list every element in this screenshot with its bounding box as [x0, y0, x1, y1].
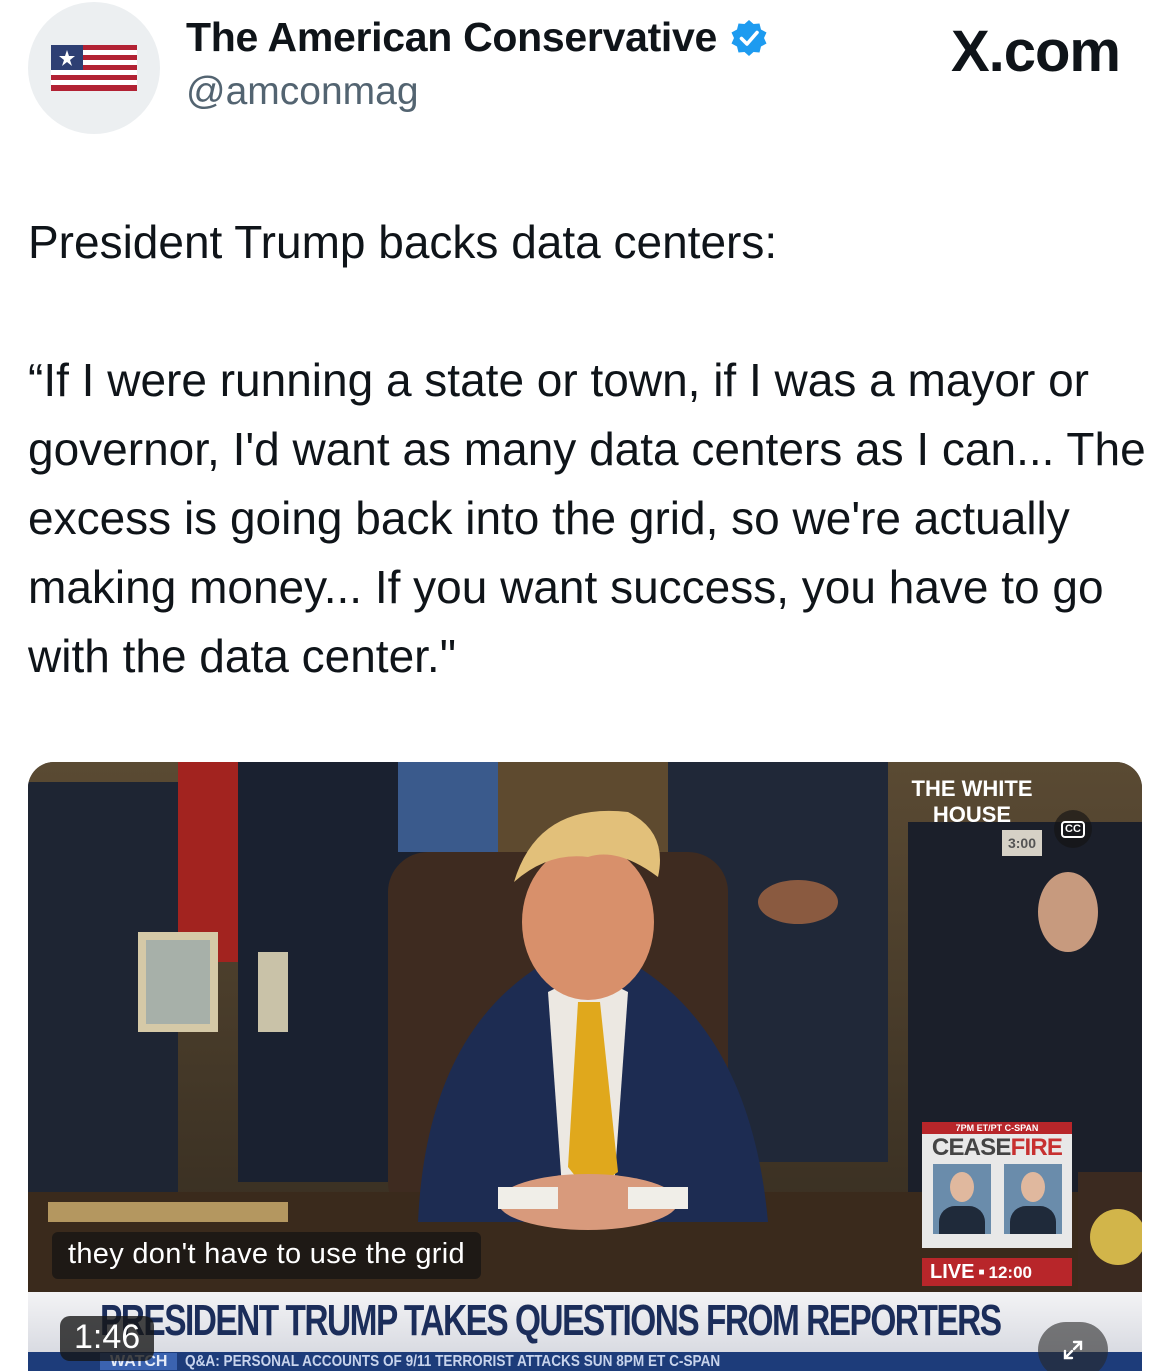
promo-title-b: FIRE: [1010, 1134, 1063, 1161]
tweet-quote: “If I were running a state or town, if I…: [28, 354, 1146, 682]
live-time: 12:00: [988, 1263, 1032, 1282]
lower-third-banner: PRESIDENT TRUMP TAKES QUESTIONS FROM REP…: [28, 1292, 1142, 1352]
avatar[interactable]: [28, 2, 160, 134]
video-duration: 1:46: [60, 1316, 155, 1361]
lower-third-text: PRESIDENT TRUMP TAKES QUESTIONS FROM REP…: [100, 1296, 1002, 1345]
expand-icon: [1063, 1340, 1083, 1360]
promo-title: CEASEFIRE: [922, 1134, 1072, 1162]
video-player[interactable]: THE WHITE HOUSE 3:00 CC 7PM ET/PT C-SPAN…: [28, 762, 1142, 1371]
promo-title-a: CEASE: [931, 1134, 1012, 1161]
program-promo: 7PM ET/PT C-SPAN CEASEFIRE: [922, 1122, 1072, 1248]
source-logo: X.com: [950, 19, 1121, 84]
network-bug-time: 3:00: [1001, 830, 1043, 856]
network-bug: THE WHITE HOUSE 3:00: [876, 776, 1068, 856]
promo-faces: [922, 1162, 1072, 1236]
network-bug-label: THE WHITE HOUSE: [911, 776, 1033, 827]
cc-icon: CC: [1061, 820, 1085, 838]
promo-schedule: 7PM ET/PT C-SPAN: [922, 1122, 1072, 1134]
verified-badge-icon: [731, 19, 767, 56]
tweet-text: President Trump backs data centers: “If …: [28, 208, 1153, 691]
promo-guest-image: [932, 1164, 991, 1234]
american-flag-icon: [51, 45, 137, 91]
live-badge: LIVE ■ 12:00: [922, 1258, 1072, 1286]
live-label: LIVE: [930, 1261, 975, 1283]
user-handle[interactable]: @amconmag: [186, 70, 419, 114]
tweet-lead: President Trump backs data centers:: [28, 216, 778, 268]
live-dot-icon: ■: [978, 1266, 985, 1278]
promo-guest-image: [1003, 1164, 1062, 1234]
display-name[interactable]: The American Conservative: [186, 14, 769, 61]
expand-video-button[interactable]: [1038, 1322, 1108, 1371]
closed-captions-button[interactable]: CC: [1054, 810, 1092, 848]
ticker-text: Q&A: PERSONAL ACCOUNTS OF 9/11 TERRORIST…: [185, 1353, 721, 1370]
display-name-text: The American Conservative: [186, 14, 718, 60]
video-caption: they don't have to use the grid: [52, 1232, 481, 1279]
news-ticker: WATCH Q&A: PERSONAL ACCOUNTS OF 9/11 TERR…: [28, 1352, 1142, 1371]
